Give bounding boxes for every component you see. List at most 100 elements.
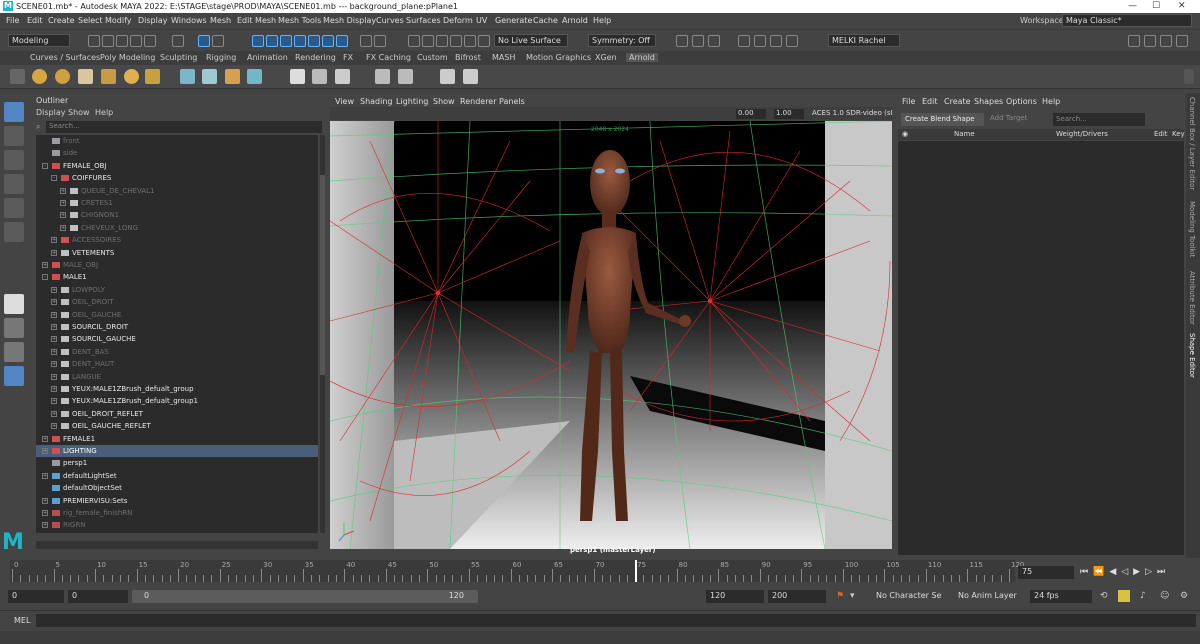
- playback-start-field[interactable]: 0: [68, 590, 128, 603]
- outliner-row[interactable]: + PREMIERVISU:Sets: [36, 495, 318, 507]
- shelf-tab-fx-caching[interactable]: FX Caching: [366, 53, 411, 62]
- outliner-row[interactable]: + FEMALE1: [36, 433, 318, 445]
- expand-icon[interactable]: +: [51, 299, 57, 306]
- menu-file[interactable]: File: [6, 16, 19, 25]
- time-slider-track[interactable]: 0 5 10 15 20 25 30 35 40 45 50 55 60 65 70 75 80 85 90 95 10…: [10, 560, 1024, 582]
- outliner-scroll-thumb[interactable]: [320, 175, 325, 375]
- camera-lock-icon[interactable]: [676, 35, 688, 47]
- shelf-tab-rigging[interactable]: Rigging: [206, 53, 236, 62]
- viewport-menu-shading[interactable]: Shading: [360, 97, 393, 106]
- expand-icon[interactable]: +: [42, 435, 48, 442]
- outliner-row[interactable]: + DENT_HAUT: [36, 358, 318, 370]
- viewport-menu-show[interactable]: Show: [433, 97, 455, 106]
- expand-icon[interactable]: +: [60, 200, 66, 206]
- expand-icon[interactable]: +: [42, 262, 48, 268]
- attribute-editor-toggle-icon[interactable]: [1144, 35, 1156, 47]
- user-icon[interactable]: ☺: [1160, 591, 1169, 601]
- construction-history-icon[interactable]: [374, 35, 386, 47]
- column-weight-drivers[interactable]: Weight/Drivers: [1056, 130, 1108, 138]
- outliner-row[interactable]: + defaultLightSet: [36, 470, 318, 482]
- xray-icon[interactable]: [770, 35, 782, 47]
- outliner-row[interactable]: + CHIGNON1: [36, 209, 318, 221]
- expand-icon[interactable]: +: [51, 386, 57, 392]
- outliner-search-input[interactable]: Search...: [46, 121, 322, 133]
- outliner-row[interactable]: + CHEVEUX_LONG: [36, 222, 318, 234]
- transform-constraint-icon[interactable]: [738, 35, 750, 47]
- menu-help[interactable]: Help: [593, 16, 611, 25]
- shelf-tab-xgen[interactable]: XGen: [595, 53, 617, 62]
- hypershade-icon[interactable]: [464, 35, 476, 47]
- outliner-row[interactable]: + OEIL_GAUCHE: [36, 309, 318, 321]
- expand-icon[interactable]: +: [51, 348, 57, 355]
- menu-edit[interactable]: Edit: [27, 16, 43, 25]
- user-account-dropdown[interactable]: MELKI Rachel: [828, 34, 900, 47]
- shelf-standin-icon[interactable]: [180, 69, 195, 84]
- play-back-icon[interactable]: ◁: [1121, 567, 1133, 577]
- go-to-end-icon[interactable]: ⏭: [1157, 567, 1170, 577]
- shape-menu-shapes[interactable]: Shapes: [974, 97, 1003, 106]
- ipr-render-icon[interactable]: [436, 35, 448, 47]
- menu-cache[interactable]: Cache: [533, 16, 558, 25]
- outliner-row[interactable]: + MALE_OBJ: [36, 259, 318, 271]
- step-back-icon[interactable]: ◀: [1109, 567, 1121, 577]
- shape-menu-help[interactable]: Help: [1042, 97, 1060, 106]
- current-frame-field[interactable]: 75: [1018, 566, 1074, 579]
- arnold-render-icon[interactable]: [478, 35, 490, 47]
- menu-surfaces[interactable]: Surfaces: [406, 16, 441, 25]
- current-time-indicator[interactable]: [635, 560, 638, 582]
- minimize-icon[interactable]: —: [1128, 1, 1137, 11]
- shelf-tab-bifrost[interactable]: Bifrost: [455, 53, 481, 62]
- shelf-tab-sculpting[interactable]: Sculpting: [160, 53, 197, 62]
- snap-center-icon[interactable]: [336, 35, 348, 47]
- shelf-tab-poly-modeling[interactable]: Poly Modeling: [100, 53, 155, 62]
- outliner-row[interactable]: front: [36, 135, 318, 147]
- viewport-menu-view[interactable]: View: [335, 97, 354, 106]
- menu-generate[interactable]: Generate: [495, 16, 532, 25]
- loop-icon[interactable]: ⟲: [1100, 591, 1108, 601]
- snap-plane-icon[interactable]: [294, 35, 306, 47]
- step-forward-icon[interactable]: ▷: [1145, 567, 1157, 577]
- go-to-start-icon[interactable]: ⏮: [1080, 567, 1093, 577]
- scale-tool-icon[interactable]: [4, 222, 24, 242]
- sound-icon[interactable]: ♪: [1140, 591, 1146, 601]
- character-set-dropdown[interactable]: No Character Set: [872, 590, 942, 603]
- collapse-icon[interactable]: -: [51, 175, 57, 182]
- shelf-tab-mash[interactable]: MASH: [492, 53, 515, 62]
- outliner-row[interactable]: + ACCESSOIRES: [36, 234, 318, 246]
- outliner-menu-display[interactable]: Display: [36, 108, 66, 117]
- shelf-render-icon[interactable]: [290, 69, 305, 84]
- outliner-row[interactable]: - COIFFURES: [36, 172, 318, 184]
- shelf-sky-light-icon[interactable]: [55, 69, 70, 84]
- lasso-tool-icon[interactable]: [4, 126, 24, 146]
- paint-select-tool-icon[interactable]: [4, 150, 24, 170]
- expand-icon[interactable]: +: [42, 522, 48, 529]
- outliner-list[interactable]: front side - FEMALE_OBJ - COIFFURES + QUEUE_DE_…: [36, 135, 318, 533]
- shelf-mesh-light-icon[interactable]: [145, 69, 160, 84]
- outliner-menu-help[interactable]: Help: [95, 108, 113, 117]
- viewport-menu-lighting[interactable]: Lighting: [396, 97, 428, 106]
- render-frame-icon[interactable]: [422, 35, 434, 47]
- anim-layer-dropdown[interactable]: No Anim Layer: [954, 590, 1020, 603]
- workspace-dropdown[interactable]: Maya Classic*: [1062, 14, 1192, 27]
- open-scene-icon[interactable]: [102, 35, 114, 47]
- viewport-menu-panels[interactable]: Panels: [499, 97, 525, 106]
- expand-icon[interactable]: +: [51, 237, 57, 244]
- symmetry-dropdown[interactable]: Symmetry: Off: [588, 34, 656, 47]
- shelf-ipr-icon[interactable]: [312, 69, 327, 84]
- outliner-row[interactable]: + RIGRN: [36, 519, 318, 531]
- undo-icon[interactable]: [130, 35, 142, 47]
- reflection-icon[interactable]: [708, 35, 720, 47]
- render-settings-icon[interactable]: [450, 35, 462, 47]
- shelf-sun-light-icon[interactable]: [32, 69, 47, 84]
- viewport-menu-renderer[interactable]: Renderer: [460, 97, 497, 106]
- scene-start-field[interactable]: 0: [8, 590, 64, 603]
- menu-modify[interactable]: Modify: [105, 16, 132, 25]
- outliner-layout-icon[interactable]: [4, 366, 24, 386]
- object-mode-icon[interactable]: [754, 35, 766, 47]
- shape-menu-file[interactable]: File: [902, 97, 915, 106]
- select-object-icon[interactable]: [198, 35, 210, 47]
- column-key[interactable]: Key: [1172, 130, 1185, 138]
- outliner-scrollbar[interactable]: [320, 135, 325, 533]
- collapse-icon[interactable]: -: [42, 274, 48, 281]
- shelf-point-light-icon[interactable]: [124, 69, 139, 84]
